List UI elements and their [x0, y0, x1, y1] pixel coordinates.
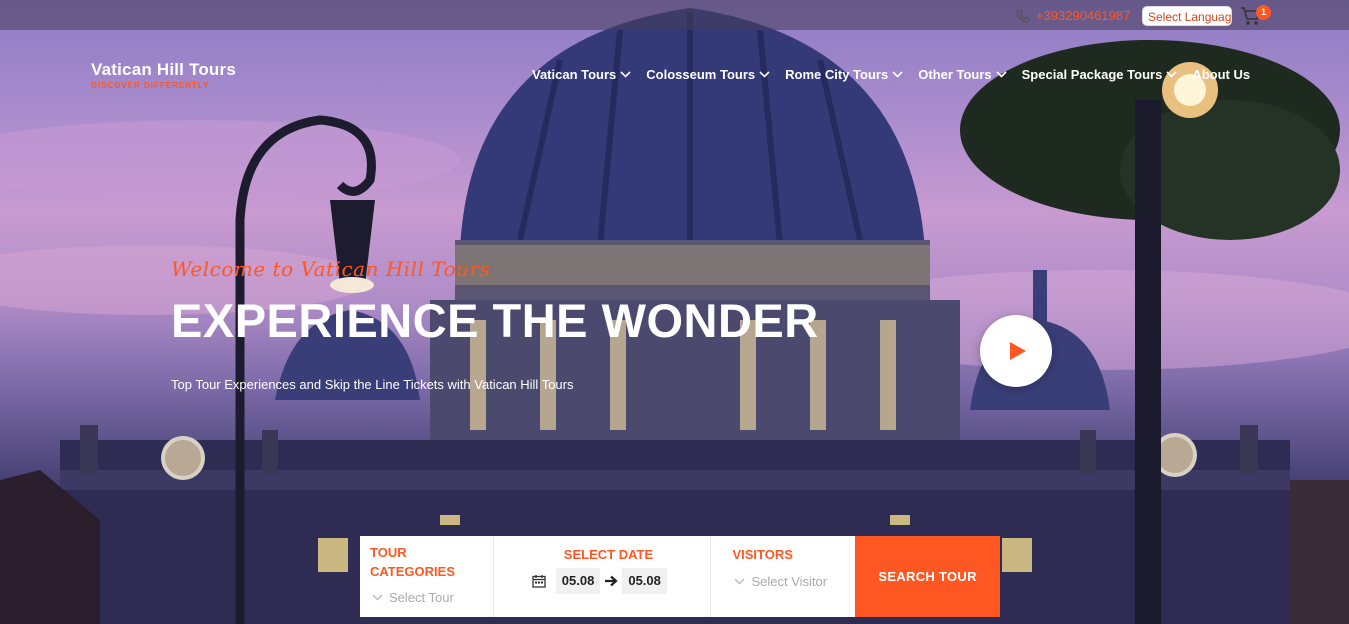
phone-icon — [1016, 8, 1030, 23]
hero-subline: Top Tour Experiences and Skip the Line T… — [171, 377, 574, 392]
label-line: TOUR — [370, 545, 407, 560]
logo-title[interactable]: Vatican Hill Tours — [91, 60, 236, 80]
nav-label[interactable]: Vatican Tours — [532, 67, 616, 82]
visitors-field[interactable]: VISITORS Select Visitor — [711, 536, 855, 617]
nav-label[interactable]: About Us — [1192, 67, 1250, 82]
nav-label[interactable]: Colosseum Tours — [646, 67, 755, 82]
cart-count-badge: 1 — [1256, 5, 1271, 20]
select-date-field[interactable]: SELECT DATE 05.08 05.08 — [494, 536, 712, 617]
search-tour-button[interactable]: SEARCH TOUR — [855, 536, 1000, 617]
main-navigation: Vatican Tours Colosseum Tours Rome City … — [532, 67, 1265, 82]
nav-item-colosseum-tours[interactable]: Colosseum Tours — [646, 67, 770, 82]
chevron-down-icon — [734, 578, 745, 585]
date-range[interactable]: 05.08 05.08 — [532, 568, 667, 594]
select-value[interactable]: Select Visitor — [751, 574, 827, 589]
nav-label[interactable]: Special Package Tours — [1022, 67, 1163, 82]
site-logo[interactable]: Vatican Hill Tours DISCOVER DIFFERENTLY — [91, 60, 236, 90]
tour-categories-field[interactable]: TOUR CATEGORIES Select Tour — [360, 536, 494, 617]
visitors-select[interactable]: Select Visitor — [734, 574, 854, 589]
tour-categories-select[interactable]: Select Tour — [372, 590, 454, 605]
nav-item-other-tours[interactable]: Other Tours — [918, 67, 1007, 82]
tour-search-bar: TOUR CATEGORIES Select Tour SELECT DATE … — [360, 536, 1000, 617]
chevron-down-icon — [892, 71, 903, 78]
phone-number[interactable]: +393290461987 — [1036, 8, 1130, 23]
nav-item-about-us[interactable]: About Us — [1192, 67, 1250, 82]
nav-label[interactable]: Rome City Tours — [785, 67, 888, 82]
chevron-down-icon — [620, 71, 631, 78]
language-select-button[interactable]: Select Language — [1142, 6, 1232, 26]
nav-label[interactable]: Other Tours — [918, 67, 991, 82]
logo-tagline: DISCOVER DIFFERENTLY — [91, 81, 210, 90]
select-value[interactable]: Select Tour — [389, 590, 454, 605]
chevron-down-icon — [759, 71, 770, 78]
hero-headline: EXPERIENCE THE WONDER — [171, 294, 819, 347]
calendar-icon — [532, 575, 546, 588]
chevron-down-icon — [996, 71, 1007, 78]
date-from[interactable]: 05.08 — [555, 568, 601, 594]
nav-item-rome-city-tours[interactable]: Rome City Tours — [785, 67, 903, 82]
date-to[interactable]: 05.08 — [622, 568, 667, 594]
hero-welcome-text: Welcome to Vatican Hill Tours — [171, 257, 491, 281]
visitors-label: VISITORS — [732, 547, 793, 562]
chevron-down-icon — [372, 594, 383, 601]
chevron-down-icon — [1166, 71, 1177, 78]
nav-item-vatican-tours[interactable]: Vatican Tours — [532, 67, 631, 82]
play-icon — [1010, 342, 1026, 360]
arrow-right-icon — [605, 575, 618, 587]
tour-categories-label: TOUR CATEGORIES — [370, 543, 455, 581]
video-play-button[interactable] — [980, 315, 1052, 387]
nav-item-special-package-tours[interactable]: Special Package Tours — [1022, 67, 1178, 82]
select-date-label: SELECT DATE — [563, 547, 654, 562]
label-line: CATEGORIES — [370, 564, 455, 579]
phone-contact[interactable]: +393290461987 — [1016, 8, 1130, 23]
